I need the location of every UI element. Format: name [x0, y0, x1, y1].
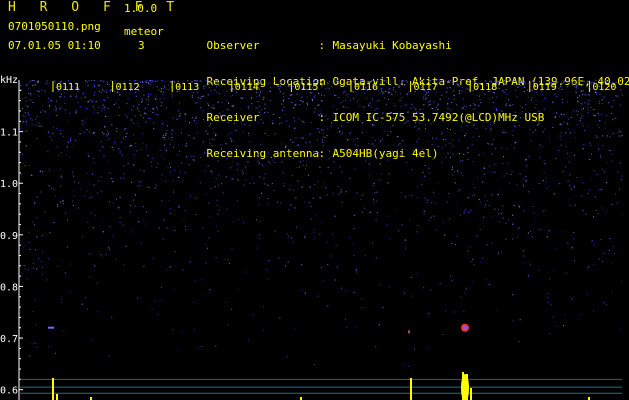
y-tick-label: 0.6	[0, 386, 18, 397]
x-tick-label: 0120	[592, 82, 616, 93]
observation-datetime: 07.01.05 01:10	[8, 39, 101, 52]
y-tick-label: 1.0	[0, 179, 18, 190]
x-tick-label: 0118	[473, 82, 497, 93]
noise-field	[20, 80, 623, 367]
baseline-spike	[410, 378, 412, 400]
meteor-label: meteor	[124, 25, 164, 38]
x-tick-label: 0112	[116, 82, 140, 93]
y-tick-label: 0.8	[0, 282, 18, 293]
info-key: Observer	[206, 39, 260, 52]
chart-axes: kHz 1.1 1.0 0.9 0.8 0.7 0.6 0111 0112 0113 0114 011…	[0, 75, 622, 400]
baseline-spike	[56, 394, 58, 400]
baseline-spike	[52, 378, 54, 400]
x-tick-label: 0111	[56, 82, 80, 93]
x-tick-label: 0115	[294, 82, 318, 93]
faint-echo	[408, 330, 410, 334]
baseline-spike	[470, 388, 472, 400]
meteor-count: 3	[138, 39, 145, 52]
spectrogram-chart: kHz 1.1 1.0 0.9 0.8 0.7 0.6 0111 0112 0113 0114 011…	[0, 75, 623, 400]
x-tick-label: 0114	[235, 82, 259, 93]
y-tick-label: 1.1	[0, 128, 18, 139]
x-tick-label: 0113	[175, 82, 199, 93]
app-version: 1.0.0	[124, 2, 158, 15]
x-tick-label: 0116	[354, 82, 378, 93]
info-row-observer: Observer: Masayuki Kobayashi	[180, 28, 629, 52]
x-tick-label: 0117	[414, 82, 438, 93]
image-filename: 0701050110.png	[8, 20, 101, 33]
x-tick-label: 0119	[533, 82, 557, 93]
y-tick-label: 0.9	[0, 231, 18, 242]
faint-echo	[48, 326, 54, 329]
meteor-echo-core	[463, 325, 467, 330]
y-unit-label: kHz	[0, 75, 18, 86]
y-tick-label: 0.7	[0, 334, 18, 345]
info-value: Masayuki Kobayashi	[332, 39, 452, 52]
info-separator: :	[318, 39, 326, 52]
